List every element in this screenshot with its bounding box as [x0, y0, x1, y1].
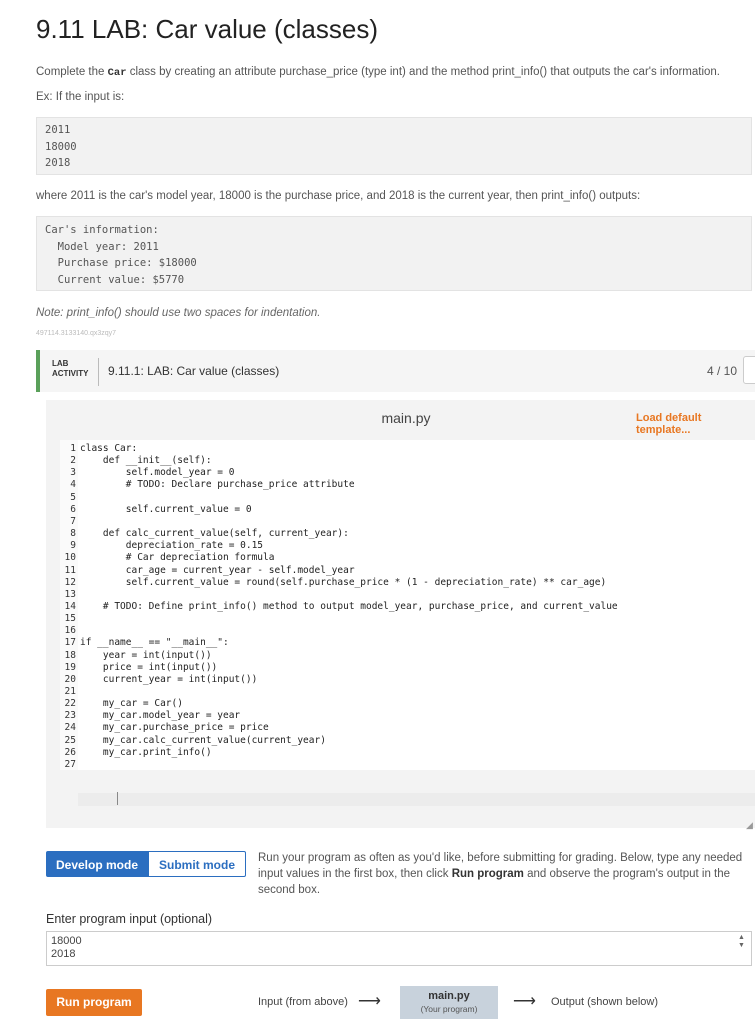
code-line: year = int(input()) — [80, 649, 212, 661]
program-box-sub: (Your program) — [420, 1004, 478, 1014]
line-number: 3 — [70, 467, 76, 479]
flow-input-label: Input (from above) — [258, 996, 348, 1008]
line-number: 2 — [70, 455, 76, 467]
develop-mode-button[interactable]: Develop mode — [46, 851, 148, 877]
example-output-box: Car's information: Model year: 2011 Purc… — [36, 216, 752, 291]
program-box-file: main.py — [428, 990, 470, 1002]
line-number: 11 — [64, 564, 76, 576]
code-line: # TODO: Define print_info() method to ou… — [80, 600, 618, 612]
code-line: my_car.model_year = year — [80, 710, 241, 722]
submit-mode-button[interactable]: Submit mode — [148, 851, 246, 877]
line-number: 12 — [64, 576, 76, 588]
line-number: 24 — [64, 722, 76, 734]
line-number: 13 — [64, 588, 76, 600]
code-line: def calc_current_value(self, current_yea… — [80, 528, 349, 540]
example-input-box: 2011 18000 2018 — [36, 117, 752, 175]
code-line: car_age = current_year - self.model_year — [80, 564, 355, 576]
flow-arrow-icon: ⟶ — [358, 993, 381, 1010]
line-number: 23 — [64, 710, 76, 722]
intro-after: class by creating an attribute purchase_… — [126, 66, 721, 78]
code-line: # TODO: Declare purchase_price attribute — [80, 479, 355, 491]
resize-handle-icon[interactable]: ◢ — [746, 820, 753, 831]
run-program-button[interactable]: Run program — [46, 989, 142, 1016]
line-number: 6 — [70, 503, 76, 515]
editor-filename: main.py — [381, 410, 431, 426]
code-editor-panel: main.py Load default template... 1234567… — [46, 400, 755, 831]
program-box: main.py (Your program) — [400, 986, 498, 1019]
line-number: 20 — [64, 673, 76, 685]
where-text: where 2011 is the car's model year, 1800… — [36, 190, 641, 202]
flow-arrow-icon: ⟶ — [513, 993, 536, 1010]
code-line: if __name__ == "__main__": — [80, 637, 229, 649]
code-line: my_car = Car() — [80, 698, 183, 710]
code-line: my_car.print_info() — [80, 746, 212, 758]
intro-code: Car — [107, 67, 127, 79]
line-number: 7 — [70, 515, 76, 527]
program-input-field[interactable]: 18000 2018 — [46, 931, 752, 966]
code-line: class Car: — [80, 443, 138, 454]
line-number-gutter: 1 2 3 4 5 6 7 8 9 10 11 12 13 14 15 16 17 18 19 20 21 22 23 24 2… — [60, 440, 78, 770]
line-number: 1 — [70, 443, 76, 454]
program-input-label: Enter program input (optional) — [46, 912, 213, 926]
line-number: 22 — [64, 698, 76, 710]
intro-before: Complete the — [36, 66, 108, 78]
example-input: 2011 18000 2018 — [45, 124, 77, 169]
code-line: my_car.calc_current_value(current_year) — [80, 734, 326, 746]
lab-score: 4 / 10 — [707, 364, 738, 378]
code-line: self.current_value = 0 — [80, 503, 252, 515]
line-number: 17 — [64, 637, 76, 649]
line-number: 4 — [70, 479, 76, 491]
active-line-highlight — [78, 793, 755, 806]
lab-activity-banner: LAB ACTIVITY 9.11.1: LAB: Car value (cla… — [36, 350, 755, 392]
code-line: self.current_value = round(self.purchase… — [80, 576, 607, 588]
code-line: def __init__(self): — [80, 455, 212, 467]
lab-tag-line2: ACTIVITY — [52, 369, 89, 378]
line-number: 19 — [64, 661, 76, 673]
code-line: price = int(input()) — [80, 661, 218, 673]
line-number: 10 — [64, 552, 76, 564]
line-number: 8 — [70, 528, 76, 540]
page-title: 9.11 LAB: Car value (classes) — [36, 14, 378, 44]
flow-output-label: Output (shown below) — [551, 996, 658, 1008]
run-instructions: Run your program as often as you'd like,… — [258, 850, 755, 898]
load-default-template-link[interactable]: Load default template... — [636, 412, 755, 436]
note-text: Note: print_info() should use two spaces… — [36, 307, 321, 319]
score-chevron-box[interactable] — [743, 356, 755, 384]
example-output: Car's information: Model year: 2011 Purc… — [45, 224, 197, 286]
lab-divider — [98, 358, 99, 386]
code-line: depreciation_rate = 0.15 — [80, 540, 264, 552]
line-number: 5 — [70, 491, 76, 503]
code-line: current_year = int(input()) — [80, 673, 258, 685]
line-number: 14 — [64, 600, 76, 612]
code-line: # Car depreciation formula — [80, 552, 275, 564]
run-instructions-bold: Run program — [451, 868, 524, 880]
example-label: Ex: If the input is: — [36, 91, 125, 103]
line-number: 16 — [64, 625, 76, 637]
line-number: 25 — [64, 734, 76, 746]
line-number: 15 — [64, 613, 76, 625]
line-number: 18 — [64, 649, 76, 661]
code-area[interactable]: 1 2 3 4 5 6 7 8 9 10 11 12 13 14 15 16 17 18 19 20 21 22 23 24 2… — [60, 440, 755, 806]
lab-activity-tag: LAB ACTIVITY — [52, 359, 88, 379]
lab-tag-line1: LAB — [52, 359, 69, 368]
line-number: 26 — [64, 746, 76, 758]
line-number: 27 — [64, 758, 76, 770]
input-spinner-icon[interactable]: ▲ ▼ — [738, 934, 745, 950]
tracking-id: 497114.3133140.qx3zqy7 — [36, 330, 117, 337]
text-cursor — [117, 792, 118, 805]
line-number: 21 — [64, 686, 76, 697]
lab-activity-title: 9.11.1: LAB: Car value (classes) — [108, 364, 280, 378]
intro-text: Complete the Car class by creating an at… — [36, 66, 720, 79]
code-line: self.model_year = 0 — [80, 467, 235, 479]
code-line: my_car.purchase_price = price — [80, 722, 269, 734]
line-number: 9 — [70, 540, 76, 552]
